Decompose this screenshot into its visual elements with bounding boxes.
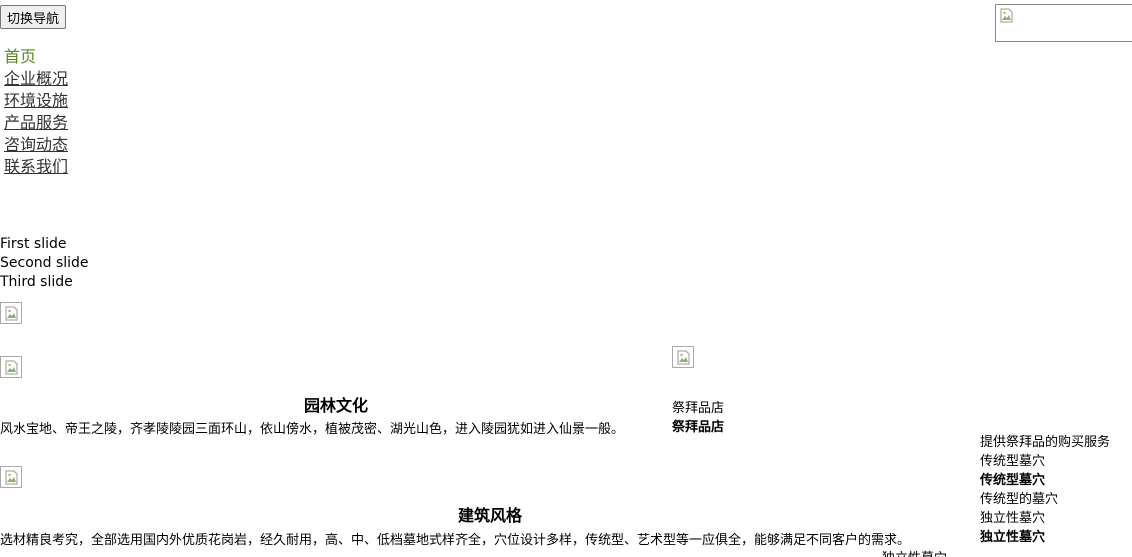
carousel: First slide Second slide Third slide [0,235,89,292]
broken-image-icon [5,470,18,485]
slide-label: Third slide [0,274,73,290]
section-description: 风水宝地、帝王之陵，齐孝陵陵园三面环山，依山傍水，植被茂密、湖光山色，进入陵园犹… [0,422,625,437]
carousel-image [0,302,22,324]
section-image [0,466,22,488]
page: 切换导航 首页 企业概况 环境设施 产品服务 咨询动态 联系我们 First s… [0,0,1132,557]
nav-item-contact[interactable]: 联系我们 [4,156,68,178]
nav-item-products-services[interactable]: 产品服务 [4,112,68,134]
broken-image-icon [5,306,18,321]
slide-label: Second slide [0,255,89,271]
tomb-description: 传统型的墓穴 [980,492,1059,507]
nav-item-facilities[interactable]: 环境设施 [4,90,68,112]
section-image [0,356,22,378]
shop-image [672,346,694,368]
shop-caption: 祭拜品店 [672,401,725,416]
tomb-caption: 传统型墓穴 [980,454,1046,469]
broken-image-icon [1000,8,1013,23]
tomb-caption: 独立性墓穴 [980,511,1046,526]
section-description: 选材精良考究，全部选用国内外优质花岗岩，经久耐用，高、中、低档墓地式样齐全，穴位… [0,533,911,548]
nav-item-news[interactable]: 咨询动态 [4,134,68,156]
broken-image-icon [677,350,690,365]
tomb-title: 传统型墓穴 [980,473,1046,488]
nav-item-home[interactable]: 首页 [4,46,68,68]
section-title: 建筑风格 [458,506,523,525]
tomb-title: 独立性墓穴 [980,530,1046,545]
slide-label: First slide [0,236,67,252]
main-nav: 首页 企业概况 环境设施 产品服务 咨询动态 联系我们 [4,46,68,178]
logo-image[interactable] [995,4,1132,42]
tomb-description: 独立性墓穴 [882,547,947,557]
shop-description: 提供祭拜品的购买服务 [980,435,1111,450]
nav-toggle-button[interactable]: 切换导航 [0,5,67,29]
services-column: 提供祭拜品的购买服务 传统型墓穴 传统型墓穴 传统型的墓穴 独立性墓穴 独立性墓… [980,433,1110,547]
broken-image-icon [5,360,18,375]
nav-item-company-overview[interactable]: 企业概况 [4,68,68,90]
shop-title: 祭拜品店 [672,420,725,435]
section-title: 园林文化 [304,396,369,415]
